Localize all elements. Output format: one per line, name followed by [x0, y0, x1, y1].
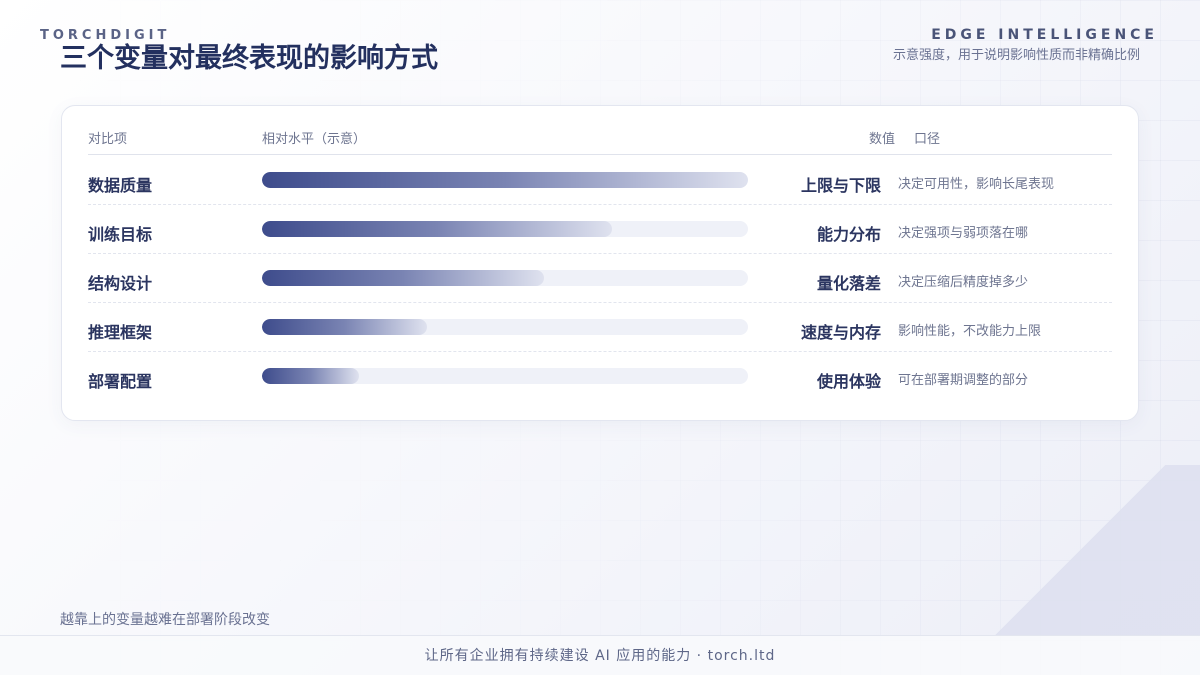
- value-label: 量化落差: [816, 274, 881, 293]
- bar: [262, 172, 748, 188]
- bar: [262, 319, 428, 335]
- footnote: 越靠上的变量越难在部署阶段改变: [60, 612, 270, 628]
- value-label: 能力分布: [816, 225, 881, 244]
- row-label: 结构设计: [88, 274, 153, 293]
- row-note: 决定强项与弱项落在哪: [898, 226, 1029, 241]
- row-label: 推理框架: [88, 323, 153, 342]
- table-header: 对比项 相对水平（示意） 数值 口径: [88, 106, 1112, 155]
- column-header-item: 对比项: [88, 132, 128, 147]
- bar-track: [262, 319, 748, 335]
- page-title: 三个变量对最终表现的影响方式: [60, 43, 438, 74]
- row-label: 部署配置: [88, 372, 153, 391]
- table-row: 推理框架 速度与内存 影响性能，不改能力上限: [88, 303, 1112, 352]
- column-header-level: 相对水平（示意）: [262, 132, 367, 147]
- page-footer: 让所有企业拥有持续建设 AI 应用的能力 · torch.ltd: [0, 635, 1200, 675]
- bar-track: [262, 221, 748, 237]
- bar: [262, 270, 544, 286]
- value-label: 速度与内存: [800, 323, 881, 342]
- chart-rows: 数据质量 上限与下限 决定可用性，影响长尾表现训练目标 能力分布 决定强项与弱项落在哪结…: [88, 156, 1112, 401]
- page-subtitle: 示意强度，用于说明影响性质而非精确比例: [892, 48, 1140, 63]
- row-note: 影响性能，不改能力上限: [898, 324, 1042, 339]
- column-header-note: 口径: [914, 132, 941, 147]
- table-row: 结构设计 量化落差 决定压缩后精度掉多少: [88, 254, 1112, 303]
- bar: [262, 221, 612, 237]
- row-note: 可在部署期调整的部分: [898, 373, 1029, 388]
- bar-track: [262, 172, 748, 188]
- bar-track: [262, 270, 748, 286]
- row-label: 数据质量: [88, 176, 153, 195]
- chart-card: 对比项 相对水平（示意） 数值 口径 数据质量 上限与下限 决定可用性，影响长尾表现…: [61, 105, 1139, 421]
- table-row: 数据质量 上限与下限 决定可用性，影响长尾表现: [88, 156, 1112, 205]
- bar: [262, 368, 360, 384]
- corner-decoration: [960, 465, 1200, 635]
- table-row: 训练目标 能力分布 决定强项与弱项落在哪: [88, 205, 1112, 254]
- brand-tagline: EDGE INTELLIGENCE: [931, 27, 1158, 43]
- column-header-value: 数值: [868, 132, 895, 147]
- table-row: 部署配置 使用体验 可在部署期调整的部分: [88, 352, 1112, 401]
- bar-track: [262, 368, 748, 384]
- row-note: 决定可用性，影响长尾表现: [898, 177, 1055, 192]
- row-label: 训练目标: [88, 225, 153, 244]
- row-note: 决定压缩后精度掉多少: [898, 275, 1029, 290]
- value-label: 上限与下限: [800, 176, 881, 195]
- value-label: 使用体验: [816, 372, 881, 391]
